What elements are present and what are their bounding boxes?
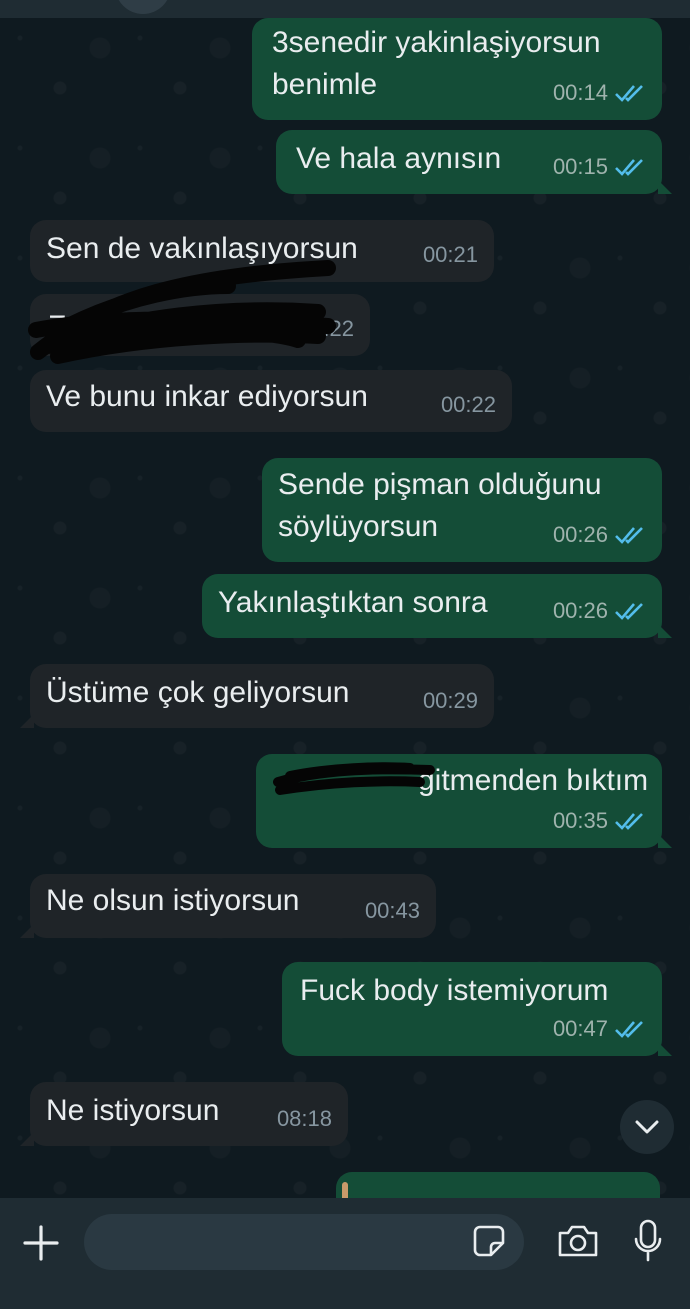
message-input[interactable] xyxy=(84,1214,524,1270)
bubble-tail xyxy=(658,180,672,194)
message-text: Fuck body istemiyorum xyxy=(300,974,609,1007)
message-text: Üstüme çok geliyorsun xyxy=(46,676,350,709)
attach-button[interactable] xyxy=(18,1220,64,1266)
read-ticks-icon xyxy=(615,813,643,830)
message-list[interactable]: 3senedir yakinlaşiyorsun benimle 00:14 V… xyxy=(0,18,690,1198)
message-outgoing[interactable]: 3senedir yakinlaşiyorsun benimle 00:14 xyxy=(252,18,662,120)
message-text: Ve hala aynısın xyxy=(296,142,502,175)
message-text: Sende pişman olduğunu xyxy=(278,468,602,501)
message-incoming[interactable]: Üstüme çok geliyorsun 00:29 xyxy=(20,664,494,728)
message-incoming[interactable]: Z sun 00:22 xyxy=(30,294,370,356)
message-meta: 08:18 xyxy=(277,1098,332,1140)
message-incoming[interactable]: Sen de vakınlaşıyorsun 00:21 xyxy=(30,220,494,282)
message-text: Ne olsun istiyorsun xyxy=(46,884,300,917)
chat-header xyxy=(0,0,690,18)
message-time: 00:47 xyxy=(552,1016,608,1041)
read-ticks-icon xyxy=(615,527,643,544)
message-text: 3senedir yakinlaşiyorsun xyxy=(272,26,601,59)
message-meta: 00:22 xyxy=(441,384,496,426)
message-time: 00:35 xyxy=(552,808,608,833)
message-text: sun xyxy=(226,310,275,343)
message-time: 00:22 xyxy=(440,392,496,417)
message-meta: 00:22 xyxy=(299,308,354,350)
message-incoming[interactable]: Ne olsun istiyorsun 00:43 xyxy=(20,874,436,938)
message-meta: 00:26 xyxy=(553,590,646,632)
microphone-icon xyxy=(634,1219,662,1262)
bubble-tail xyxy=(658,1042,672,1056)
message-time: 00:14 xyxy=(552,80,608,105)
message-meta: 00:21 xyxy=(423,234,478,276)
message-time: 00:15 xyxy=(552,154,608,179)
message-outgoing[interactable]: Sende pişman olduğunu söylüyorsun 00:26 xyxy=(262,458,662,562)
message-time: 00:22 xyxy=(298,316,354,341)
read-ticks-icon xyxy=(615,159,643,176)
bubble-tail xyxy=(658,834,672,848)
message-time: 08:18 xyxy=(276,1106,332,1131)
message-meta: 00:26 xyxy=(553,514,646,556)
message-outgoing[interactable]: Fuck body istemiyorum 00:47 xyxy=(282,962,672,1056)
composer-bar xyxy=(0,1198,690,1309)
message-time: 00:29 xyxy=(422,688,478,713)
chevron-down-icon xyxy=(635,1120,659,1134)
bubble-tail xyxy=(20,1132,34,1146)
message-meta: 00:47 xyxy=(553,1008,646,1050)
message-time: 00:26 xyxy=(552,598,608,623)
message-outgoing[interactable]: Yakınlaştıktan sonra 00:26 xyxy=(202,574,672,638)
camera-icon xyxy=(558,1225,598,1257)
bubble-tail xyxy=(658,624,672,638)
plus-icon xyxy=(23,1225,59,1261)
sticker-icon xyxy=(473,1225,505,1257)
message-meta: 00:29 xyxy=(423,680,478,722)
read-ticks-icon xyxy=(615,1021,643,1038)
message-text: Ne istiyorsun xyxy=(46,1094,220,1127)
message-incoming[interactable]: Ve bunu inkar ediyorsun 00:22 xyxy=(30,370,512,432)
message-meta: 00:15 xyxy=(553,146,646,188)
message-incoming[interactable]: Ne istiyorsun 08:18 xyxy=(20,1082,348,1146)
message-outgoing[interactable]: gitmenden bıktım 00:35 xyxy=(256,754,672,848)
message-time: 00:43 xyxy=(364,898,420,923)
message-text: Ve bunu inkar ediyorsun xyxy=(46,380,368,413)
message-outgoing[interactable]: Ve hala aynısın 00:15 xyxy=(276,130,672,194)
message-text: benimle xyxy=(272,68,378,101)
message-text: Sen de vakınlaşıyorsun xyxy=(46,232,358,265)
message-time: 00:26 xyxy=(552,522,608,547)
scroll-to-bottom-button[interactable] xyxy=(620,1100,674,1154)
message-meta: 00:14 xyxy=(553,72,646,114)
bubble-tail xyxy=(20,924,34,938)
sticker-button[interactable] xyxy=(468,1220,510,1262)
message-text: Z xyxy=(48,310,67,343)
message-time: 00:21 xyxy=(422,242,478,267)
bubble-tail xyxy=(20,714,34,728)
message-text: söylüyorsun xyxy=(278,510,439,543)
read-ticks-icon xyxy=(615,85,643,102)
message-meta: 00:43 xyxy=(365,890,420,932)
read-ticks-icon xyxy=(615,603,643,620)
message-text: gitmenden bıktım xyxy=(418,764,649,797)
avatar[interactable] xyxy=(115,0,171,14)
message-meta: 00:35 xyxy=(553,800,646,842)
voice-message-button[interactable] xyxy=(628,1216,668,1266)
message-text: Yakınlaştıktan sonra xyxy=(218,586,488,619)
camera-button[interactable] xyxy=(554,1218,602,1264)
